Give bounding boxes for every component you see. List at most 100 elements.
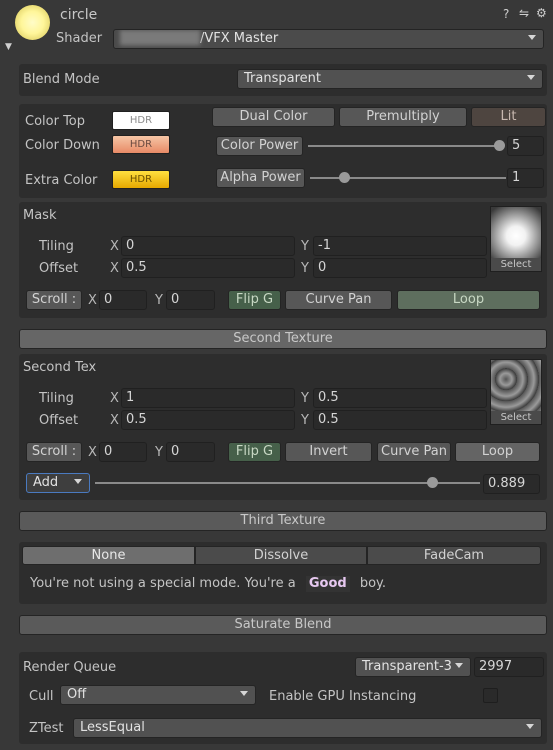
second-scroll-button[interactable]: Scroll : <box>26 442 82 462</box>
x-label: X <box>110 261 119 276</box>
blend-mode-value: Transparent <box>244 71 321 86</box>
ztest-value: LessEqual <box>80 720 145 735</box>
second-offset-label: Offset <box>39 413 79 428</box>
y-label: Y <box>301 261 309 276</box>
extra-color-label: Extra Color <box>25 173 98 188</box>
second-scroll-y[interactable]: 0 <box>166 442 215 462</box>
second-flip-g-toggle[interactable]: Flip G <box>228 442 281 462</box>
x-label: X <box>110 391 119 406</box>
ztest-label: ZTest <box>29 721 64 736</box>
x-label: X <box>88 445 97 460</box>
gpu-instancing-checkbox[interactable] <box>483 688 498 703</box>
hdr-badge: HDR <box>129 174 153 185</box>
second-blend-slider-track[interactable] <box>95 482 480 484</box>
dropdown-caret-icon <box>455 663 463 668</box>
color-top-swatch[interactable]: HDR <box>112 111 170 130</box>
mode-tab-dissolve[interactable]: Dissolve <box>195 546 367 565</box>
render-queue-preset-value: Transparent-3 <box>362 659 452 674</box>
dropdown-caret-icon <box>527 75 535 80</box>
lit-toggle[interactable]: Lit <box>471 107 546 127</box>
alpha-power-label-button[interactable]: Alpha Power <box>216 168 305 188</box>
mask-curve-pan-toggle[interactable]: Curve Pan <box>285 290 392 310</box>
mode-tab-fadecam[interactable]: FadeCam <box>367 546 541 565</box>
cull-dropdown[interactable]: Off <box>60 685 256 705</box>
mask-tiling-x[interactable]: 0 <box>121 236 295 256</box>
second-blend-op-value: Add <box>33 475 59 490</box>
second-tiling-x[interactable]: 1 <box>121 388 295 408</box>
mask-texture-slot[interactable]: Select <box>490 206 542 272</box>
color-power-value[interactable]: 5 <box>507 136 544 156</box>
render-queue-preset-dropdown[interactable]: Transparent-3 <box>355 657 471 677</box>
mask-tiling-y[interactable]: -1 <box>313 236 487 256</box>
mask-loop-toggle[interactable]: Loop <box>397 290 540 310</box>
y-label: Y <box>155 445 163 460</box>
second-invert-toggle[interactable]: Invert <box>285 442 372 462</box>
shader-name: /VFX Master <box>199 31 279 46</box>
y-label: Y <box>301 239 309 254</box>
color-power-label-button[interactable]: Color Power <box>216 136 303 156</box>
x-label: X <box>110 413 119 428</box>
y-label: Y <box>301 391 309 406</box>
blend-mode-dropdown[interactable]: Transparent <box>237 69 543 89</box>
color-down-swatch[interactable]: HDR <box>112 135 170 154</box>
mask-offset-x[interactable]: 0.5 <box>121 258 295 278</box>
extra-color-swatch[interactable]: HDR <box>112 170 170 189</box>
second-tiling-y[interactable]: 0.5 <box>313 388 487 408</box>
mode-tab-none[interactable]: None <box>22 546 195 565</box>
alpha-power-slider-handle[interactable] <box>339 172 350 183</box>
cull-value: Off <box>67 687 87 702</box>
second-offset-x[interactable]: 0.5 <box>121 410 295 430</box>
cull-label: Cull <box>29 689 54 704</box>
color-power-slider-track[interactable] <box>308 145 500 147</box>
ztest-dropdown[interactable]: LessEqual <box>73 718 542 738</box>
shader-label: Shader <box>56 31 103 46</box>
second-loop-toggle[interactable]: Loop <box>455 442 540 462</box>
mask-offset-label: Offset <box>39 261 79 276</box>
hdr-badge: HDR <box>129 139 153 150</box>
color-power-slider-handle[interactable] <box>494 140 505 151</box>
gpu-instancing-label: Enable GPU Instancing <box>269 689 417 704</box>
render-queue-value[interactable]: 2997 <box>474 657 544 677</box>
alpha-power-value[interactable]: 1 <box>507 168 544 188</box>
blend-mode-label: Blend Mode <box>23 72 100 87</box>
shader-prefix-blurred: ████████ <box>120 31 200 46</box>
mask-scroll-x[interactable]: 0 <box>99 290 147 310</box>
mask-offset-y[interactable]: 0 <box>313 258 487 278</box>
second-scroll-x[interactable]: 0 <box>99 442 147 462</box>
hdr-badge: HDR <box>129 115 153 126</box>
dual-color-toggle[interactable]: Dual Color <box>212 107 335 127</box>
mask-title: Mask <box>23 208 57 223</box>
foldout-arrow-icon[interactable]: ▼ <box>5 41 12 53</box>
premultiply-toggle[interactable]: Premultiply <box>339 107 467 127</box>
second-tex-select-button[interactable]: Select <box>491 411 541 424</box>
second-blend-slider-handle[interactable] <box>427 477 438 488</box>
mask-scroll-button[interactable]: Scroll : <box>26 290 82 310</box>
mask-flip-g-toggle[interactable]: Flip G <box>228 290 281 310</box>
mode-message-highlight: Good <box>305 576 350 592</box>
second-curve-pan-toggle[interactable]: Curve Pan <box>377 442 451 462</box>
mask-scroll-y[interactable]: 0 <box>166 290 215 310</box>
second-tex-texture-slot[interactable]: Select <box>490 359 542 425</box>
second-blend-op-dropdown[interactable]: Add <box>26 473 90 493</box>
second-blend-value[interactable]: 0.889 <box>483 474 540 494</box>
mask-tiling-label: Tiling <box>39 239 74 254</box>
second-texture-section-button[interactable]: Second Texture <box>19 329 547 349</box>
color-top-label: Color Top <box>25 114 86 129</box>
mask-select-button[interactable]: Select <box>491 258 541 271</box>
third-texture-section-button[interactable]: Third Texture <box>19 511 547 531</box>
second-tex-title: Second Tex <box>23 360 97 375</box>
saturate-blend-section-button[interactable]: Saturate Blend <box>19 615 547 635</box>
render-queue-label: Render Queue <box>23 660 117 675</box>
dropdown-caret-icon <box>528 35 536 40</box>
second-tiling-label: Tiling <box>39 391 74 406</box>
x-label: X <box>88 293 97 308</box>
y-label: Y <box>155 293 163 308</box>
shader-dropdown[interactable]: ████████/VFX Master <box>113 29 544 49</box>
help-icon[interactable]: ? <box>503 8 509 20</box>
x-label: X <box>110 239 119 254</box>
dropdown-caret-icon <box>526 724 534 729</box>
second-offset-y[interactable]: 0.5 <box>313 410 487 430</box>
sliders-icon[interactable]: ⇋ <box>519 7 529 19</box>
mode-message: You're not using a special mode. You're … <box>30 576 386 592</box>
gear-icon[interactable]: ⚙ <box>536 7 547 19</box>
